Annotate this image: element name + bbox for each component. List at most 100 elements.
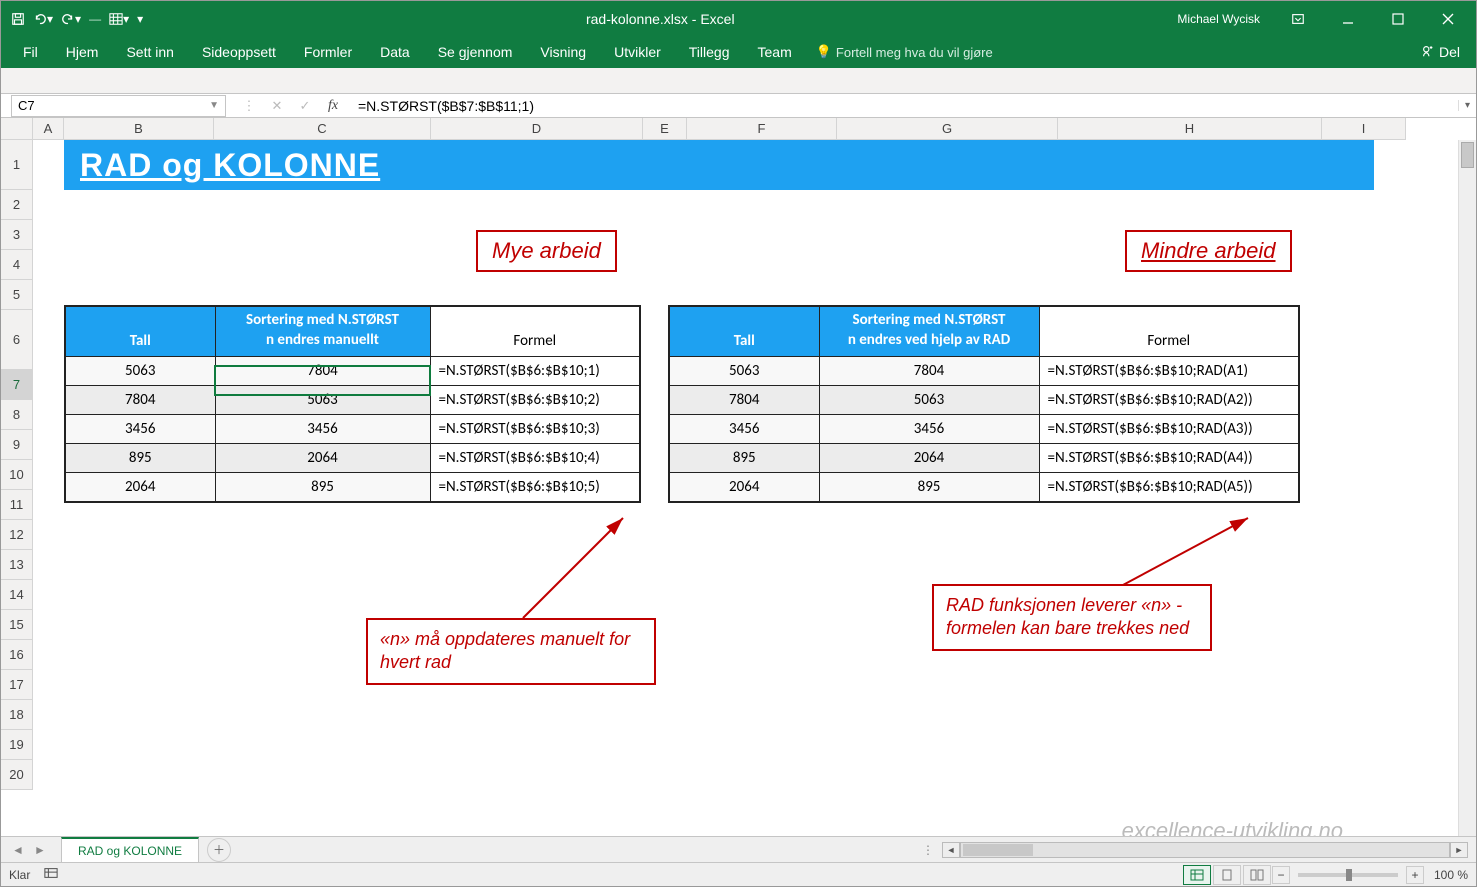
row-header-6[interactable]: 6 xyxy=(1,310,33,370)
tab-segjennom[interactable]: Se gjennom xyxy=(424,36,527,68)
tab-settinn[interactable]: Sett inn xyxy=(112,36,187,68)
hscroll-right-icon[interactable]: ► xyxy=(1450,842,1468,858)
cell-tall[interactable]: 2064 xyxy=(65,473,215,502)
hscroll-thumb[interactable] xyxy=(963,844,1033,856)
row-header-13[interactable]: 13 xyxy=(1,550,33,580)
cell-tall[interactable]: 895 xyxy=(669,444,819,473)
zoom-in-button[interactable]: + xyxy=(1406,866,1424,884)
cancel-icon[interactable]: ✕ xyxy=(266,96,288,116)
tab-team[interactable]: Team xyxy=(744,36,806,68)
fx-label[interactable]: fx xyxy=(322,96,344,116)
cell-formel[interactable]: =N.STØRST($B$6:$B$10;RAD(A3)) xyxy=(1039,415,1299,444)
add-sheet-button[interactable]: ＋ xyxy=(207,838,231,862)
cell-tall[interactable]: 7804 xyxy=(65,386,215,415)
minimize-icon[interactable] xyxy=(1326,5,1370,33)
tab-tillegg[interactable]: Tillegg xyxy=(675,36,744,68)
cell-formel[interactable]: =N.STØRST($B$6:$B$10;5) xyxy=(430,473,640,502)
row-header-1[interactable]: 1 xyxy=(1,140,33,190)
row-header-10[interactable]: 10 xyxy=(1,460,33,490)
cell-tall[interactable]: 2064 xyxy=(669,473,819,502)
row-header-2[interactable]: 2 xyxy=(1,190,33,220)
spreadsheet-grid[interactable]: ABCDEFGHI 123456789101112131415161718192… xyxy=(1,118,1476,836)
tab-visning[interactable]: Visning xyxy=(526,36,600,68)
enter-icon[interactable]: ✓ xyxy=(294,96,316,116)
zoom-out-button[interactable]: − xyxy=(1272,866,1290,884)
row-header-8[interactable]: 8 xyxy=(1,400,33,430)
cell-sort[interactable]: 895 xyxy=(819,473,1039,502)
row-header-20[interactable]: 20 xyxy=(1,760,33,790)
cell-formel[interactable]: =N.STØRST($B$6:$B$10;RAD(A2)) xyxy=(1039,386,1299,415)
col-header-F[interactable]: F xyxy=(687,118,837,140)
redo-icon[interactable]: ▾ xyxy=(61,12,81,26)
save-icon[interactable] xyxy=(11,12,25,26)
cell-sort[interactable]: 895 xyxy=(215,473,430,502)
cell-sort[interactable]: 2064 xyxy=(819,444,1039,473)
scrollbar-thumb[interactable] xyxy=(1461,142,1474,168)
prev-sheet-icon[interactable]: ◄ xyxy=(9,841,27,859)
dots-icon[interactable]: ⋮ xyxy=(238,96,260,116)
maximize-icon[interactable] xyxy=(1376,5,1420,33)
cell-sort[interactable]: 7804 xyxy=(215,357,430,386)
cell-sort[interactable]: 5063 xyxy=(819,386,1039,415)
cell-tall[interactable]: 895 xyxy=(65,444,215,473)
hscroll-left-icon[interactable]: ◄ xyxy=(942,842,960,858)
sheet-tab-active[interactable]: RAD og KOLONNE xyxy=(61,837,199,863)
hscroll-grip[interactable]: ⋮ xyxy=(922,843,934,857)
view-normal-icon[interactable] xyxy=(1183,865,1211,885)
cell-sort[interactable]: 2064 xyxy=(215,444,430,473)
col-header-E[interactable]: E xyxy=(643,118,687,140)
cell-sort[interactable]: 7804 xyxy=(819,357,1039,386)
row-header-15[interactable]: 15 xyxy=(1,610,33,640)
user-name[interactable]: Michael Wycisk xyxy=(1177,12,1260,26)
select-all-corner[interactable] xyxy=(1,118,33,140)
zoom-level[interactable]: 100 % xyxy=(1434,868,1468,882)
col-header-B[interactable]: B xyxy=(64,118,214,140)
col-header-H[interactable]: H xyxy=(1058,118,1322,140)
tell-me-search[interactable]: 💡 Fortell meg hva du vil gjøre xyxy=(816,44,993,60)
horizontal-scrollbar[interactable] xyxy=(960,842,1450,858)
cell-formel[interactable]: =N.STØRST($B$6:$B$10;RAD(A4)) xyxy=(1039,444,1299,473)
formula-input[interactable] xyxy=(352,95,1458,117)
col-header-I[interactable]: I xyxy=(1322,118,1406,140)
cell-formel[interactable]: =N.STØRST($B$6:$B$10;3) xyxy=(430,415,640,444)
cell-formel[interactable]: =N.STØRST($B$6:$B$10;4) xyxy=(430,444,640,473)
cell-tall[interactable]: 3456 xyxy=(65,415,215,444)
cell-tall[interactable]: 5063 xyxy=(65,357,215,386)
cell-sort[interactable]: 3456 xyxy=(215,415,430,444)
cell-tall[interactable]: 7804 xyxy=(669,386,819,415)
tab-hjem[interactable]: Hjem xyxy=(52,36,113,68)
row-header-17[interactable]: 17 xyxy=(1,670,33,700)
cell-sort[interactable]: 3456 xyxy=(819,415,1039,444)
cell-tall[interactable]: 5063 xyxy=(669,357,819,386)
row-header-7[interactable]: 7 xyxy=(1,370,33,400)
expand-formula-bar-icon[interactable]: ▾ xyxy=(1458,100,1476,111)
cell-tall[interactable]: 3456 xyxy=(669,415,819,444)
row-header-11[interactable]: 11 xyxy=(1,490,33,520)
col-header-G[interactable]: G xyxy=(837,118,1058,140)
cell-formel[interactable]: =N.STØRST($B$6:$B$10;1) xyxy=(430,357,640,386)
zoom-slider[interactable] xyxy=(1298,873,1398,877)
undo-icon[interactable]: ▾ xyxy=(33,12,53,26)
row-header-3[interactable]: 3 xyxy=(1,220,33,250)
cell-formel[interactable]: =N.STØRST($B$6:$B$10;RAD(A1) xyxy=(1039,357,1299,386)
row-header-4[interactable]: 4 xyxy=(1,250,33,280)
cell-formel[interactable]: =N.STØRST($B$6:$B$10;RAD(A5)) xyxy=(1039,473,1299,502)
cell-formel[interactable]: =N.STØRST($B$6:$B$10;2) xyxy=(430,386,640,415)
col-header-D[interactable]: D xyxy=(431,118,643,140)
macro-record-icon[interactable] xyxy=(44,866,58,883)
vertical-scrollbar[interactable] xyxy=(1458,140,1476,836)
ribbon-options-icon[interactable] xyxy=(1276,5,1320,33)
cell-sort[interactable]: 5063 xyxy=(215,386,430,415)
view-pagelayout-icon[interactable] xyxy=(1213,865,1241,885)
row-header-19[interactable]: 19 xyxy=(1,730,33,760)
col-header-C[interactable]: C xyxy=(214,118,431,140)
row-header-18[interactable]: 18 xyxy=(1,700,33,730)
col-header-A[interactable]: A xyxy=(33,118,64,140)
row-header-12[interactable]: 12 xyxy=(1,520,33,550)
tab-sideoppsett[interactable]: Sideoppsett xyxy=(188,36,290,68)
tab-utvikler[interactable]: Utvikler xyxy=(600,36,675,68)
row-header-9[interactable]: 9 xyxy=(1,430,33,460)
close-icon[interactable] xyxy=(1426,5,1470,33)
view-pagebreak-icon[interactable] xyxy=(1243,865,1271,885)
row-header-14[interactable]: 14 xyxy=(1,580,33,610)
